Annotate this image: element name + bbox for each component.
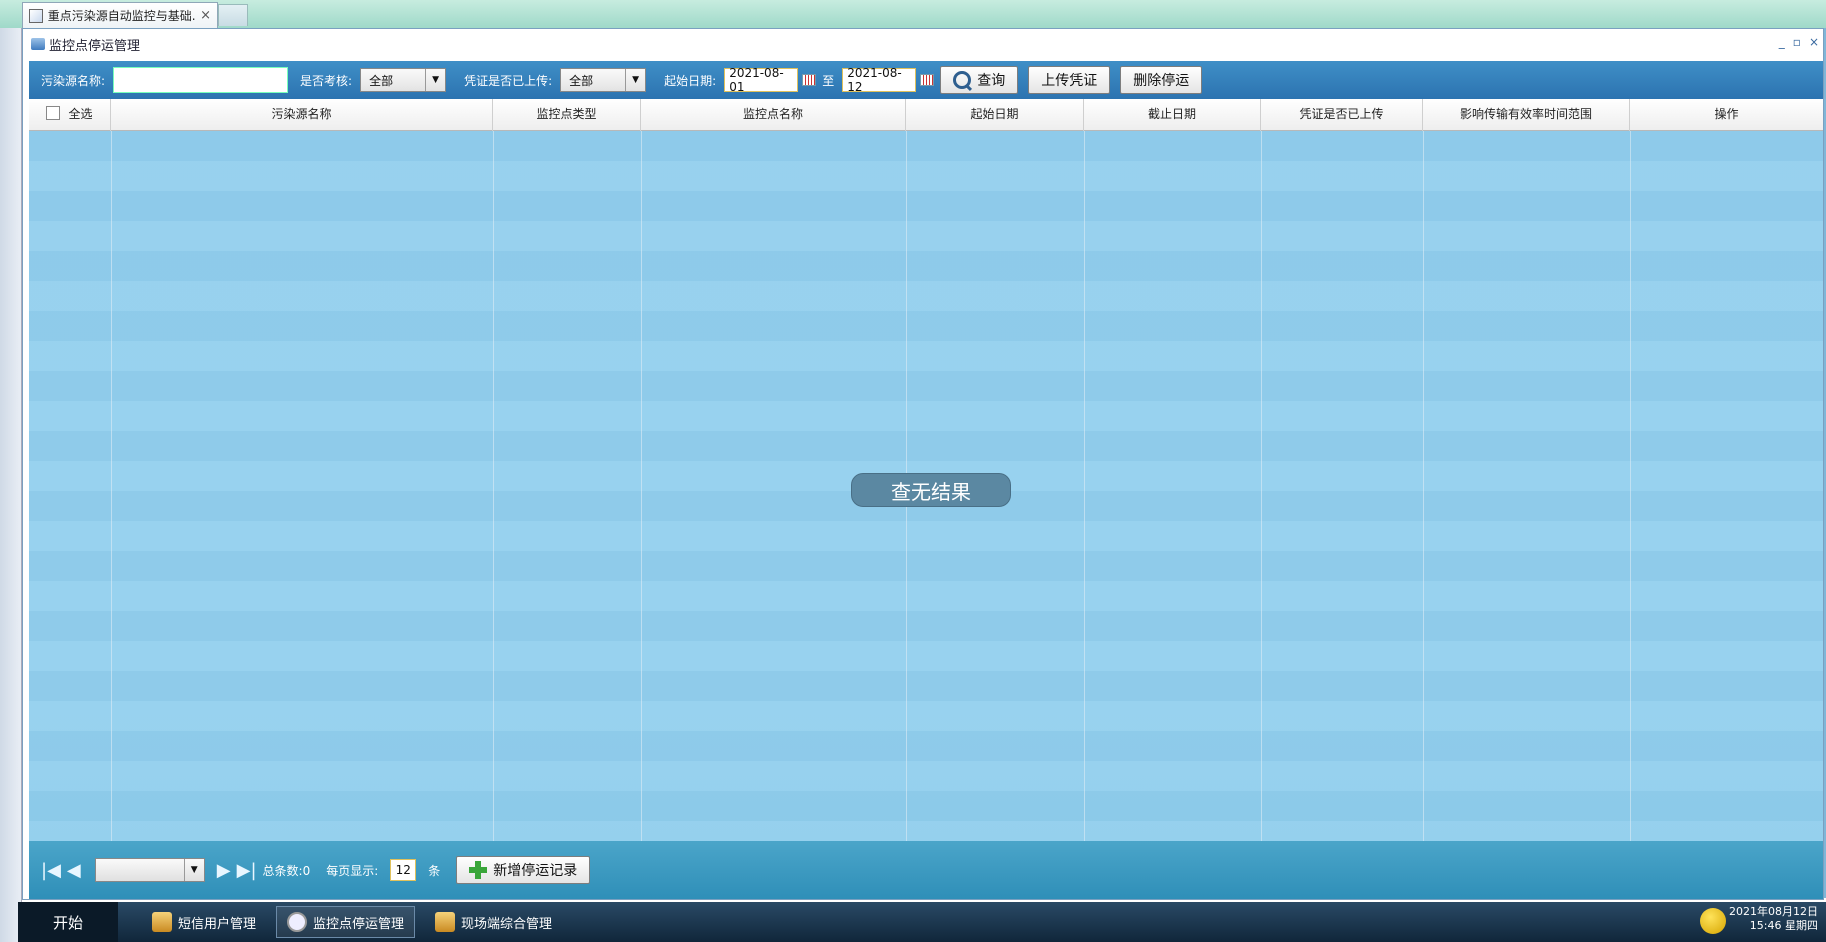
minimize-icon[interactable]: _	[1779, 35, 1785, 49]
plus-icon	[469, 861, 488, 879]
start-date-label: 起始日期:	[664, 73, 717, 88]
prev-page-icon[interactable]: ◀	[67, 860, 81, 881]
per-page-label: 每页显示:	[326, 863, 379, 878]
assess-select[interactable]: 全部 ▼	[360, 68, 447, 92]
grid-column-divider	[1423, 131, 1424, 841]
grid-column-divider	[1630, 131, 1631, 841]
per-page-input[interactable]: 12	[390, 859, 417, 881]
taskbar: 开始 短信用户管理 监控点停运管理 现场端综合管理 2021年08月12日 15…	[18, 902, 1826, 942]
voucher-select[interactable]: 全部 ▼	[560, 68, 647, 92]
delete-stop-button[interactable]: 删除停运	[1120, 66, 1203, 94]
empty-result-message: 查无结果	[851, 473, 1011, 507]
assess-select-value: 全部	[369, 73, 394, 88]
page-select[interactable]: ▼	[94, 858, 205, 882]
clock-date: 2021年08月12日	[1729, 905, 1818, 918]
chevron-down-icon[interactable]: ▼	[183, 859, 204, 881]
taskbar-item-sms-users[interactable]: 短信用户管理	[142, 906, 266, 938]
query-button-label: 查询	[977, 73, 1006, 89]
clock-icon	[287, 912, 308, 932]
date-range-to-label: 至	[822, 73, 835, 88]
browser-tab-inactive[interactable]	[218, 4, 248, 26]
window-app-icon	[31, 38, 45, 50]
browser-tab-title: 重点污染源自动监控与基础...	[47, 9, 196, 23]
pagination-bar: |◀ ◀ ▼ ▶ ▶| 总条数:0 每页显示: 12 条 新增停运记录	[29, 841, 1823, 899]
search-icon	[953, 71, 972, 89]
window-titlebar: 监控点停运管理	[23, 29, 1823, 59]
folder-icon	[435, 912, 456, 932]
column-header[interactable]: 截止日期	[1084, 99, 1261, 131]
taskbar-item-site-management[interactable]: 现场端综合管理	[425, 906, 562, 938]
window-controls: _ ▫ ×	[1779, 35, 1819, 49]
grid-column-divider	[493, 131, 494, 841]
source-name-input[interactable]	[113, 67, 289, 93]
voucher-label: 凭证是否已上传:	[464, 73, 553, 88]
total-count: 总条数:0	[262, 863, 311, 878]
browser-tab-active[interactable]: 重点污染源自动监控与基础... ×	[22, 2, 218, 28]
content-area: 污染源名称: 是否考核: 全部 ▼ 凭证是否已上传: 全部 ▼ 起始日期: 20…	[29, 61, 1823, 899]
user-status-icon[interactable]	[1700, 908, 1726, 934]
taskbar-item-label: 监控点停运管理	[313, 916, 405, 932]
last-page-icon[interactable]: ▶|	[237, 860, 257, 881]
end-date-input[interactable]: 2021-08-12	[842, 66, 917, 94]
next-page-icon[interactable]: ▶	[217, 860, 231, 881]
column-header[interactable]: 操作	[1630, 99, 1823, 131]
column-header[interactable]: 监控点名称	[641, 99, 906, 131]
upload-voucher-button[interactable]: 上传凭证	[1028, 66, 1111, 94]
first-page-icon[interactable]: |◀	[41, 860, 61, 881]
browser-tab-strip: 重点污染源自动监控与基础... ×	[0, 0, 1826, 28]
close-icon[interactable]: ×	[1809, 35, 1819, 49]
grid-header: 全选 污染源名称 监控点类型 监控点名称 起始日期 截止日期 凭证是否已上传 影…	[29, 99, 1823, 131]
restore-icon[interactable]: ▫	[1793, 35, 1801, 49]
voucher-select-value: 全部	[569, 73, 594, 88]
start-date-input[interactable]: 2021-08-01	[724, 66, 799, 94]
system-clock: 2021年08月12日 15:46 星期四	[1729, 905, 1818, 933]
column-header[interactable]: 凭证是否已上传	[1261, 99, 1423, 131]
column-header[interactable]: 影响传输有效率时间范围	[1423, 99, 1630, 131]
taskbar-item-stop-management[interactable]: 监控点停运管理	[276, 906, 416, 938]
user-card-icon	[152, 912, 172, 932]
column-header[interactable]: 起始日期	[906, 99, 1084, 131]
tab-close-icon[interactable]: ×	[200, 8, 211, 23]
clock-time: 15:46 星期四	[1749, 919, 1818, 932]
chevron-down-icon[interactable]: ▼	[625, 69, 645, 91]
taskbar-item-label: 短信用户管理	[178, 916, 257, 932]
column-header[interactable]: 污染源名称	[111, 99, 493, 131]
grid-column-divider	[641, 131, 642, 841]
per-page-unit: 条	[428, 863, 441, 878]
column-header[interactable]: 监控点类型	[493, 99, 641, 131]
grid-column-divider	[1261, 131, 1262, 841]
calendar-icon[interactable]	[802, 74, 817, 86]
select-all-header[interactable]: 全选	[29, 99, 111, 131]
filter-toolbar: 污染源名称: 是否考核: 全部 ▼ 凭证是否已上传: 全部 ▼ 起始日期: 20…	[29, 61, 1823, 99]
calendar-icon[interactable]	[920, 74, 935, 86]
left-panel-edge	[0, 0, 22, 942]
grid-column-divider	[111, 131, 112, 841]
assess-label: 是否考核:	[300, 73, 353, 88]
chevron-down-icon[interactable]: ▼	[425, 69, 445, 91]
query-button[interactable]: 查询	[940, 66, 1019, 94]
grid-column-divider	[1084, 131, 1085, 841]
add-stop-record-button[interactable]: 新增停运记录	[456, 856, 591, 884]
source-name-label: 污染源名称:	[41, 73, 106, 88]
select-all-checkbox[interactable]	[46, 106, 61, 120]
select-all-label: 全选	[68, 106, 93, 121]
taskbar-item-label: 现场端综合管理	[461, 916, 553, 932]
add-stop-record-label: 新增停运记录	[493, 863, 578, 879]
start-button[interactable]: 开始	[18, 902, 118, 942]
window-title: 监控点停运管理	[49, 38, 141, 54]
stop-management-window: 监控点停运管理 _ ▫ × 污染源名称: 是否考核: 全部 ▼ 凭证是否已上传:…	[22, 28, 1824, 900]
app-favicon-icon	[29, 8, 43, 23]
